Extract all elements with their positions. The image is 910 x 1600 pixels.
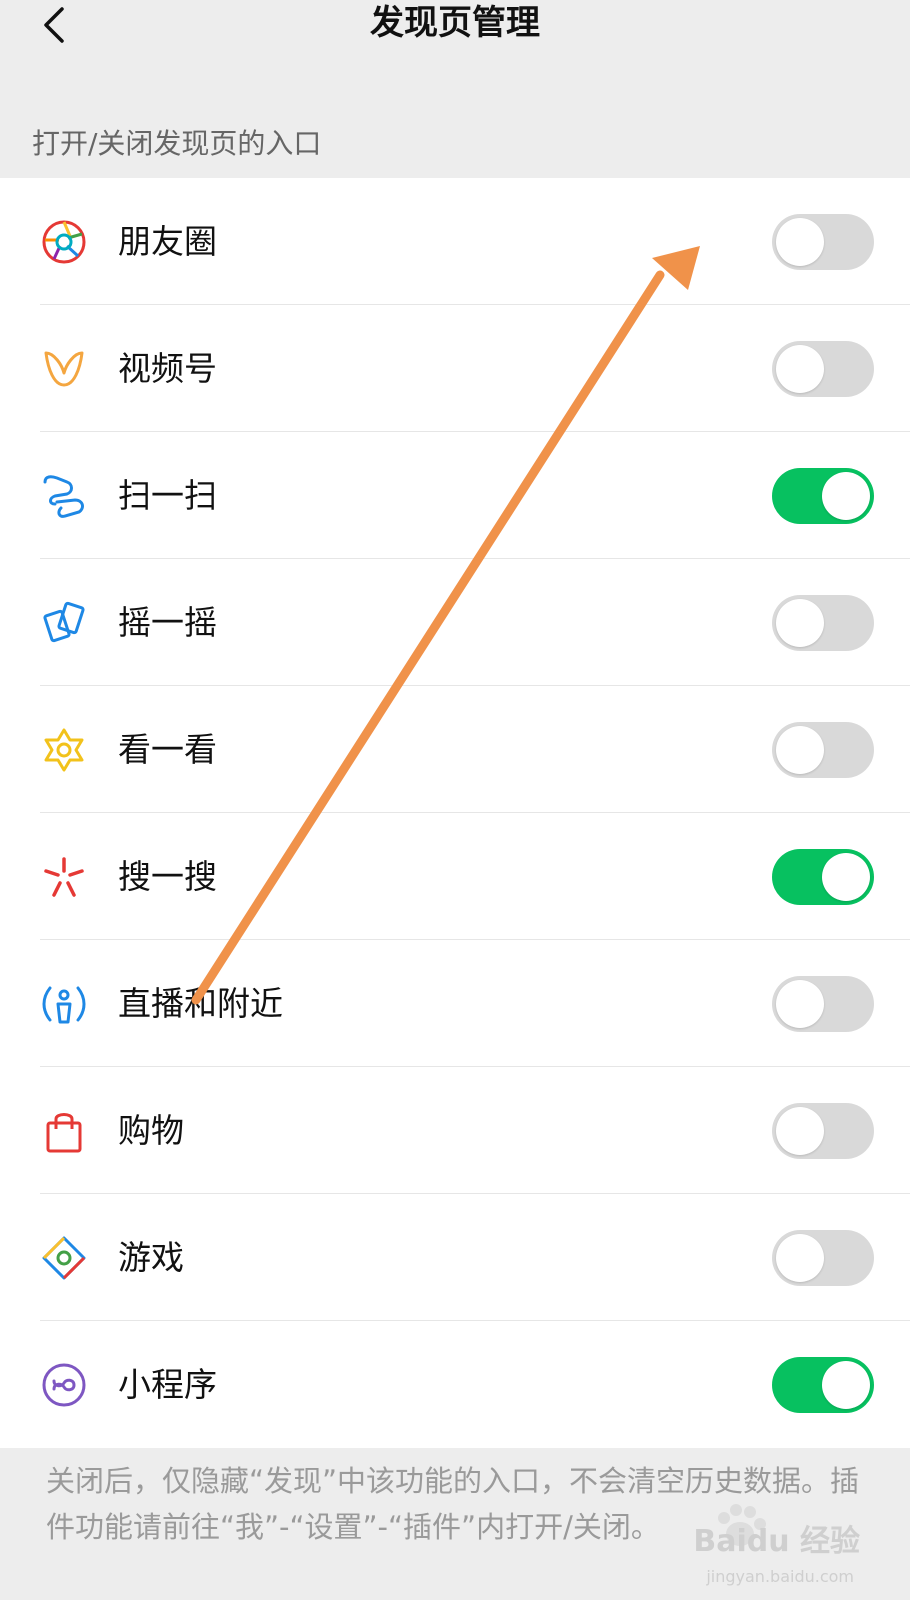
shopping-bag-icon <box>38 1105 90 1157</box>
discover-entries-list: 朋友圈 视频号 扫一扫 摇一摇 看一看 搜一搜 直播和附近 购物 游戏 小程序 <box>0 178 910 1448</box>
toggle-knob <box>776 1106 824 1155</box>
toggle-knob <box>776 725 824 774</box>
item-label: 扫一扫 <box>118 475 217 515</box>
toggle-switch[interactable] <box>772 975 874 1032</box>
toggle-switch[interactable] <box>772 1229 874 1286</box>
list-item-mini-programs: 小程序 <box>0 1321 910 1448</box>
list-item-channels: 视频号 <box>0 305 910 432</box>
scan-icon <box>38 470 90 522</box>
list-item-shake: 摇一摇 <box>0 559 910 686</box>
item-label: 看一看 <box>118 729 217 769</box>
toggle-knob <box>822 471 870 520</box>
item-label: 搜一搜 <box>118 856 217 896</box>
list-item-games: 游戏 <box>0 1194 910 1321</box>
toggle-switch[interactable] <box>772 1356 874 1413</box>
toggle-switch[interactable] <box>772 1102 874 1159</box>
shake-icon <box>38 597 90 649</box>
item-label: 视频号 <box>118 348 217 388</box>
item-label: 摇一摇 <box>118 602 217 642</box>
list-item-moments: 朋友圈 <box>0 178 910 305</box>
channels-butterfly-icon <box>38 343 90 395</box>
list-item-search: 搜一搜 <box>0 813 910 940</box>
list-item-top-stories: 看一看 <box>0 686 910 813</box>
toggle-switch[interactable] <box>772 467 874 524</box>
search-spark-icon <box>38 851 90 903</box>
item-label: 购物 <box>118 1110 184 1150</box>
toggle-knob <box>776 344 824 393</box>
toggle-switch[interactable] <box>772 594 874 651</box>
moments-aperture-icon <box>38 216 90 268</box>
toggle-knob <box>822 852 870 901</box>
list-item-scan: 扫一扫 <box>0 432 910 559</box>
toggle-switch[interactable] <box>772 213 874 270</box>
list-item-shopping: 购物 <box>0 1067 910 1194</box>
watermark-brand: Baidu 经验 <box>693 1524 860 1559</box>
section-label: 打开/关闭发现页的入口 <box>32 127 322 160</box>
toggle-knob <box>776 979 824 1028</box>
mini-programs-icon <box>38 1359 90 1411</box>
item-label: 朋友圈 <box>118 221 217 261</box>
item-label: 游戏 <box>118 1237 184 1277</box>
toggle-knob <box>776 217 824 266</box>
toggle-switch[interactable] <box>772 721 874 778</box>
toggle-knob <box>822 1360 870 1409</box>
toggle-knob <box>776 598 824 647</box>
top-stories-star-icon <box>38 724 90 776</box>
top-bar: 发现页管理 <box>0 0 910 110</box>
list-item-live-nearby: 直播和附近 <box>0 940 910 1067</box>
toggle-switch[interactable] <box>772 340 874 397</box>
item-label: 小程序 <box>118 1364 217 1404</box>
item-label: 直播和附近 <box>118 983 283 1023</box>
watermark-url: jingyan.baidu.com <box>706 1567 854 1586</box>
toggle-switch[interactable] <box>772 848 874 905</box>
toggle-knob <box>776 1233 824 1282</box>
page-title: 发现页管理 <box>370 3 540 43</box>
live-nearby-icon <box>38 978 90 1030</box>
games-diamond-icon <box>38 1232 90 1284</box>
